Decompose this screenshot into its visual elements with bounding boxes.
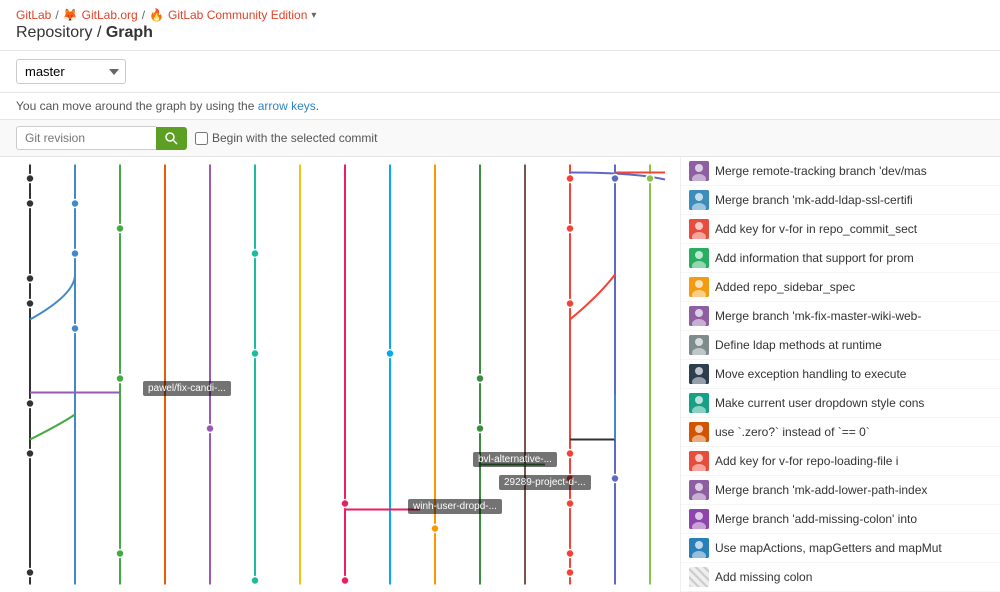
- graph-svg: [0, 157, 680, 592]
- commit-message[interactable]: Add key for v-for in repo_commit_sect: [715, 222, 917, 236]
- gitlabOrg-link[interactable]: GitLab.org: [82, 8, 138, 22]
- branch-select[interactable]: master develop stable: [16, 59, 126, 84]
- commit-message[interactable]: Merge branch 'mk-add-ldap-ssl-certifi: [715, 193, 913, 207]
- fire-icon: 🔥: [149, 8, 164, 22]
- graph-title: Graph: [106, 24, 153, 41]
- commit-avatar: [689, 480, 709, 500]
- commit-item[interactable]: Added repo_sidebar_spec: [681, 273, 1000, 302]
- commit-message[interactable]: Add missing colon: [715, 570, 812, 584]
- commit-message[interactable]: Merge remote-tracking branch 'dev/mas: [715, 164, 927, 178]
- commit-item[interactable]: Add key for v-for repo-loading-file i: [681, 447, 1000, 476]
- commit-message[interactable]: Add key for v-for repo-loading-file i: [715, 454, 898, 468]
- commit-item[interactable]: Merge branch 'mk-add-ldap-ssl-certifi: [681, 186, 1000, 215]
- commit-item[interactable]: Move exception handling to execute: [681, 360, 1000, 389]
- commit-item[interactable]: Make current user dropdown style cons: [681, 389, 1000, 418]
- begin-with-commit-checkbox[interactable]: [195, 132, 208, 145]
- commit-avatar: [689, 219, 709, 239]
- commit-avatar: [689, 161, 709, 181]
- branch-label-29289[interactable]: 29289-project-d-...: [499, 475, 591, 490]
- page-title: Repository / Graph: [16, 24, 984, 42]
- commit-message[interactable]: Added repo_sidebar_spec: [715, 280, 855, 294]
- commit-avatar: [689, 509, 709, 529]
- search-icon: [165, 132, 178, 145]
- commit-item[interactable]: Merge branch 'add-missing-colon' into: [681, 505, 1000, 534]
- commit-item[interactable]: Define ldap methods at runtime: [681, 331, 1000, 360]
- commit-avatar: [689, 422, 709, 442]
- commit-avatar: [689, 190, 709, 210]
- commit-item[interactable]: use `.zero?` instead of `== 0`: [681, 418, 1000, 447]
- commit-message[interactable]: Use mapActions, mapGetters and mapMut: [715, 541, 942, 555]
- info-text-end: .: [316, 99, 319, 113]
- commit-item[interactable]: Merge remote-tracking branch 'dev/mas: [681, 157, 1000, 186]
- commit-message[interactable]: Add information that support for prom: [715, 251, 914, 265]
- sep1: /: [55, 8, 58, 22]
- controls-bar: master develop stable: [0, 51, 1000, 93]
- commit-message[interactable]: Move exception handling to execute: [715, 367, 906, 381]
- commit-item[interactable]: Add missing colon: [681, 563, 1000, 592]
- project-link[interactable]: GitLab Community Edition: [168, 8, 307, 22]
- title-sep: /: [97, 24, 106, 41]
- commit-message[interactable]: Define ldap methods at runtime: [715, 338, 882, 352]
- commit-message[interactable]: Merge branch 'mk-add-lower-path-index: [715, 483, 927, 497]
- branch-label-pawel[interactable]: pawel/fix-candi-...: [143, 381, 231, 396]
- commit-avatar: [689, 335, 709, 355]
- commit-avatar: [689, 277, 709, 297]
- main-area: pawel/fix-candi-... bvl-alternative-... …: [0, 157, 1000, 592]
- fox-icon: 🦊: [63, 8, 78, 22]
- gitlab-link[interactable]: GitLab: [16, 8, 51, 22]
- search-wrap: [16, 126, 187, 150]
- search-bar: Begin with the selected commit: [0, 119, 1000, 157]
- checkbox-label-text: Begin with the selected commit: [212, 131, 377, 145]
- commit-item[interactable]: Add information that support for prom: [681, 244, 1000, 273]
- arrow-keys-link[interactable]: arrow keys: [258, 99, 316, 113]
- commit-avatar: [689, 248, 709, 268]
- info-text-start: You can move around the graph by using t…: [16, 99, 258, 113]
- commit-item[interactable]: Add key for v-for in repo_commit_sect: [681, 215, 1000, 244]
- commit-message[interactable]: Make current user dropdown style cons: [715, 396, 924, 410]
- commit-list: Merge remote-tracking branch 'dev/mas Me…: [680, 157, 1000, 592]
- commit-avatar: [689, 538, 709, 558]
- commit-avatar: [689, 306, 709, 326]
- commit-item[interactable]: Use mapActions, mapGetters and mapMut: [681, 534, 1000, 563]
- commit-message[interactable]: use `.zero?` instead of `== 0`: [715, 425, 870, 439]
- branch-label-winh[interactable]: winh-user-dropd-...: [408, 499, 502, 514]
- graph-canvas[interactable]: pawel/fix-candi-... bvl-alternative-... …: [0, 157, 680, 592]
- commit-avatar: [689, 364, 709, 384]
- chevron-icon: ▾: [311, 10, 316, 21]
- sep2: /: [142, 8, 145, 22]
- commit-avatar: [689, 451, 709, 471]
- commit-message[interactable]: Merge branch 'add-missing-colon' into: [715, 512, 917, 526]
- repo-link[interactable]: Repository: [16, 24, 92, 41]
- breadcrumb: GitLab / 🦊 GitLab.org / 🔥 GitLab Communi…: [16, 8, 984, 22]
- info-bar: You can move around the graph by using t…: [0, 93, 1000, 119]
- commit-message[interactable]: Merge branch 'mk-fix-master-wiki-web-: [715, 309, 921, 323]
- branch-label-bvl[interactable]: bvl-alternative-...: [473, 452, 557, 467]
- git-revision-input[interactable]: [16, 126, 156, 150]
- commit-avatar: [689, 567, 709, 587]
- commit-item[interactable]: Merge branch 'mk-fix-master-wiki-web-: [681, 302, 1000, 331]
- commit-item[interactable]: Merge branch 'mk-add-lower-path-index: [681, 476, 1000, 505]
- search-button[interactable]: [156, 127, 187, 150]
- page-header: GitLab / 🦊 GitLab.org / 🔥 GitLab Communi…: [0, 0, 1000, 51]
- begin-with-commit-label: Begin with the selected commit: [195, 131, 377, 145]
- commit-avatar: [689, 393, 709, 413]
